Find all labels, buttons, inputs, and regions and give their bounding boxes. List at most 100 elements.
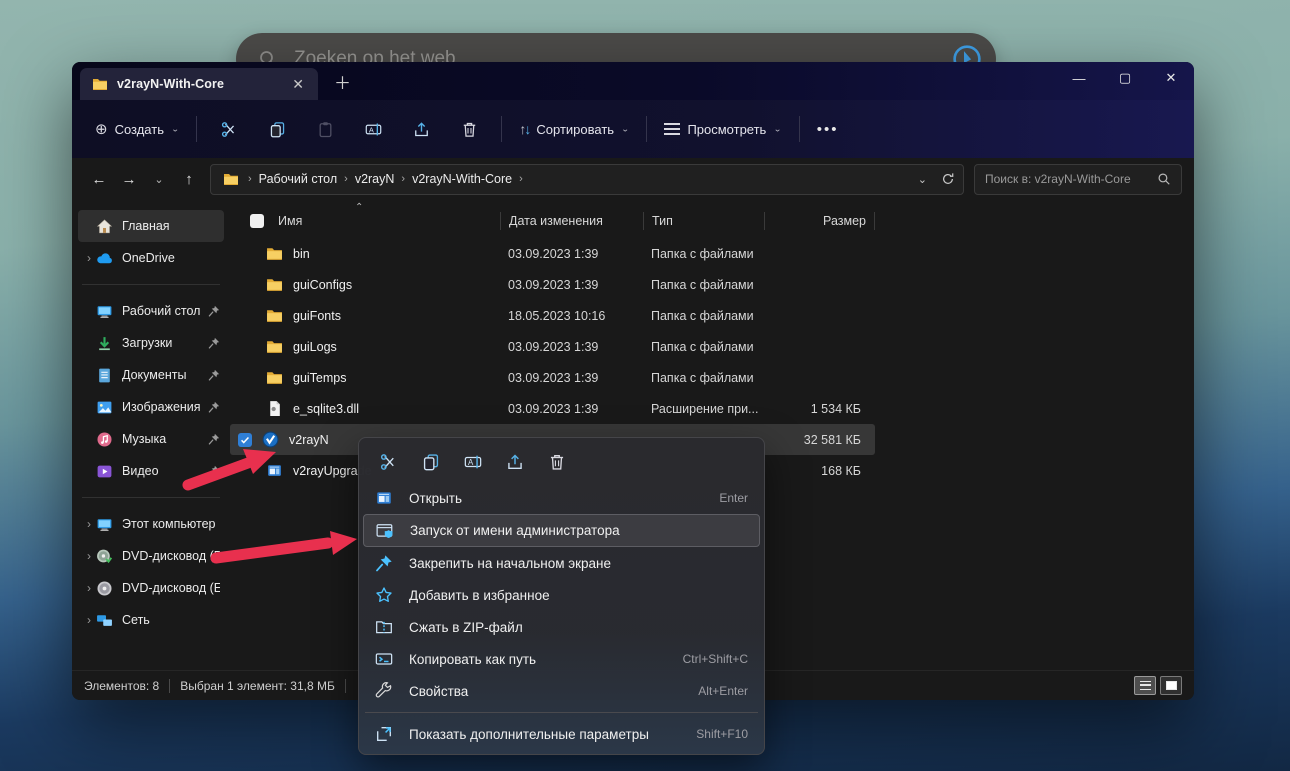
tab-title: v2rayN-With-Core <box>117 77 288 91</box>
context-menu-quick-actions <box>363 442 760 482</box>
breadcrumb-v2rayn-with-core[interactable]: v2rayN-With-Core <box>408 170 516 188</box>
cut-icon <box>380 453 398 471</box>
row-checkbox-checked[interactable] <box>238 433 252 447</box>
sort-button[interactable]: ↑↓ Сортировать ⌄ <box>510 114 638 144</box>
forward-button[interactable]: → <box>114 164 144 194</box>
details-view-button[interactable] <box>1134 676 1156 695</box>
search-input[interactable] <box>985 172 1157 186</box>
sidebar-item-videos[interactable]: Видео <box>78 455 224 487</box>
paste-icon <box>317 121 334 138</box>
share-icon <box>506 453 524 471</box>
more-options-button[interactable]: ••• <box>808 114 848 145</box>
v2rayn-app-icon <box>262 431 279 448</box>
pictures-icon <box>96 399 113 416</box>
rename-button[interactable] <box>356 112 390 146</box>
tab-close-icon[interactable]: ✕ <box>288 76 308 93</box>
breadcrumb-desktop[interactable]: Рабочий стол <box>255 170 341 188</box>
folder-icon <box>266 276 283 293</box>
menu-item-run-as-administrator[interactable]: Запуск от имени администратора <box>363 514 760 547</box>
network-icon <box>96 612 113 629</box>
file-row-bin[interactable]: bin 03.09.2023 1:39 Папка с файлами <box>230 238 875 269</box>
paste-button[interactable] <box>308 112 342 146</box>
sidebar-item-desktop[interactable]: Рабочий стол <box>78 295 224 327</box>
file-row-guilogs[interactable]: guiLogs 03.09.2023 1:39 Папка с файлами <box>230 331 875 362</box>
file-row-guifonts[interactable]: guiFonts 18.05.2023 10:16 Папка с файлам… <box>230 300 875 331</box>
search-icon <box>1157 172 1171 186</box>
new-tab-button[interactable]: ＋ <box>334 69 351 94</box>
sidebar-item-network[interactable]: › Сеть <box>78 604 224 636</box>
copy-button[interactable] <box>260 112 294 146</box>
details-view-icon <box>1140 681 1151 690</box>
sidebar-item-music[interactable]: Музыка <box>78 423 224 455</box>
chevron-right-icon[interactable]: › <box>82 581 96 595</box>
pin-icon <box>208 401 220 413</box>
file-row-guiconfigs[interactable]: guiConfigs 03.09.2023 1:39 Папка с файла… <box>230 269 875 300</box>
menu-item-pin-to-start[interactable]: Закрепить на начальном экране <box>363 547 760 579</box>
star-icon <box>375 586 393 604</box>
context-menu: Открыть Enter Запуск от имени администра… <box>358 437 765 755</box>
chevron-right-icon[interactable]: › <box>82 549 96 563</box>
view-button[interactable]: Просмотреть ⌄ <box>655 115 790 144</box>
sidebar-item-pictures[interactable]: Изображения <box>78 391 224 423</box>
sidebar-item-downloads[interactable]: Загрузки <box>78 327 224 359</box>
trash-icon <box>461 121 478 138</box>
large-icons-view-button[interactable] <box>1160 676 1182 695</box>
maximize-button[interactable]: ▢ <box>1102 62 1148 94</box>
search-box[interactable] <box>974 164 1182 195</box>
share-icon <box>413 121 430 138</box>
file-row-guitemps[interactable]: guiTemps 03.09.2023 1:39 Папка с файлами <box>230 362 875 393</box>
sidebar-item-dvd-e[interactable]: › DVD-дисковод (E:) <box>78 572 224 604</box>
sidebar-item-documents[interactable]: Документы <box>78 359 224 391</box>
copy-icon <box>269 121 286 138</box>
sidebar-item-onedrive[interactable]: › OneDrive <box>78 242 224 274</box>
tab-v2rayn-with-core[interactable]: v2rayN-With-Core ✕ <box>80 68 318 100</box>
sidebar-item-home[interactable]: Главная <box>78 210 224 242</box>
cut-button[interactable] <box>212 112 246 146</box>
copy-button[interactable] <box>413 445 449 479</box>
divider <box>799 116 800 142</box>
column-date-modified[interactable]: Дата изменения <box>500 212 643 230</box>
address-dropdown-icon[interactable]: ⌄ <box>918 173 927 186</box>
close-button[interactable]: ✕ <box>1148 62 1194 94</box>
select-all-checkbox[interactable] <box>250 214 264 228</box>
menu-item-compress-to-zip[interactable]: Сжать в ZIP-файл <box>363 611 760 643</box>
breadcrumb[interactable]: › Рабочий стол › v2rayN › v2rayN-With-Co… <box>210 164 964 195</box>
menu-item-show-more-options[interactable]: Показать дополнительные параметры Shift+… <box>363 718 760 750</box>
menu-item-add-to-favorites[interactable]: Добавить в избранное <box>363 579 760 611</box>
expand-icon <box>375 725 393 743</box>
minimize-button[interactable]: — <box>1056 62 1102 94</box>
breadcrumb-v2rayn[interactable]: v2rayN <box>351 170 399 188</box>
desktop-icon <box>96 303 113 320</box>
refresh-icon[interactable] <box>941 172 955 186</box>
file-row-e-sqlite3-dll[interactable]: e_sqlite3.dll 03.09.2023 1:39 Расширение… <box>230 393 875 424</box>
column-type[interactable]: Тип <box>643 212 764 230</box>
up-button[interactable]: ↑ <box>174 164 204 194</box>
zip-folder-icon <box>375 618 393 636</box>
cut-icon <box>221 121 238 138</box>
title-bar: v2rayN-With-Core ✕ ＋ — ▢ ✕ <box>72 62 1194 100</box>
folder-icon <box>223 171 239 187</box>
cut-button[interactable] <box>371 445 407 479</box>
rename-button[interactable] <box>455 445 491 479</box>
divider <box>169 679 170 693</box>
column-size[interactable]: Размер <box>764 212 875 230</box>
chevron-right-icon[interactable]: › <box>82 517 96 531</box>
delete-button[interactable] <box>452 112 486 146</box>
recent-locations-button[interactable]: ⌄ <box>144 164 174 194</box>
menu-item-open[interactable]: Открыть Enter <box>363 482 760 514</box>
back-button[interactable]: ← <box>84 164 114 194</box>
sidebar-item-this-pc[interactable]: › Этот компьютер <box>78 508 224 540</box>
delete-button[interactable] <box>539 445 575 479</box>
column-name[interactable]: Имя <box>230 212 500 230</box>
menu-item-properties[interactable]: Свойства Alt+Enter <box>363 675 760 707</box>
new-button[interactable]: ⊕ Создать ⌄ <box>86 113 188 145</box>
divider <box>82 497 220 498</box>
sidebar-item-dvd-d[interactable]: › DVD-дисковод (D:) <box>78 540 224 572</box>
menu-item-copy-as-path[interactable]: Копировать как путь Ctrl+Shift+C <box>363 643 760 675</box>
items-count: Элементов: 8 <box>84 679 159 693</box>
chevron-right-icon[interactable]: › <box>82 613 96 627</box>
menu-separator <box>365 712 758 713</box>
share-button[interactable] <box>404 112 438 146</box>
share-button[interactable] <box>497 445 533 479</box>
chevron-right-icon[interactable]: › <box>82 251 96 265</box>
